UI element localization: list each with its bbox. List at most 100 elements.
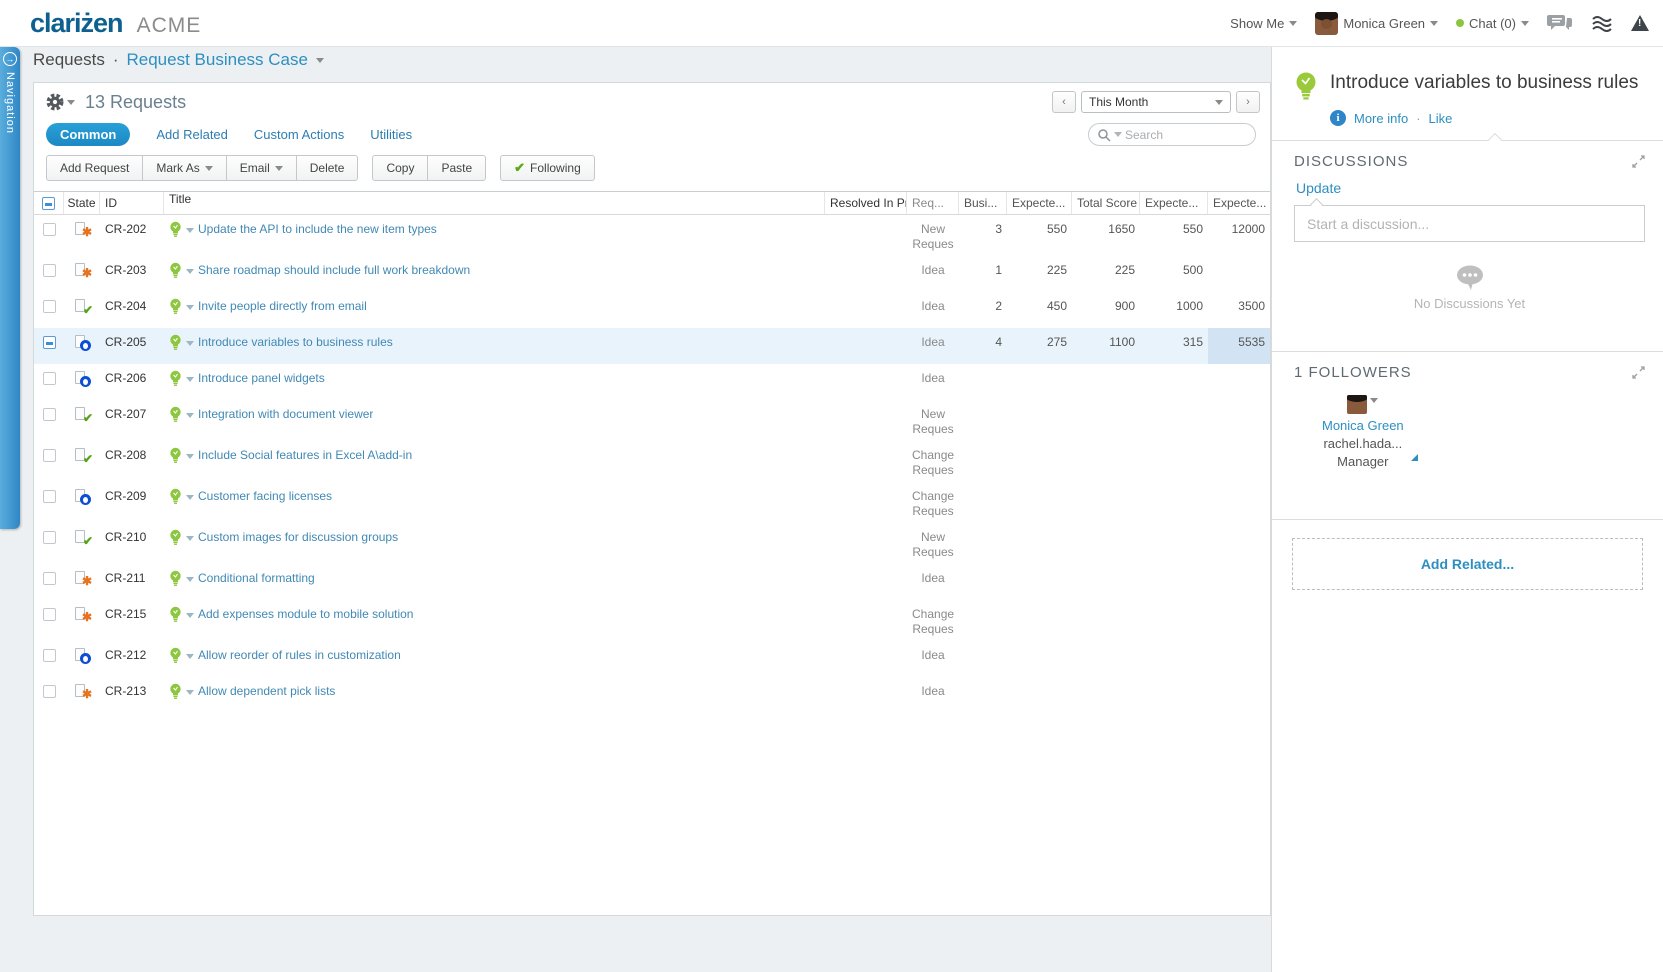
table-row[interactable]: CR-209 Customer facing licenses Change R… xyxy=(34,482,1270,523)
add-related-link[interactable]: Add Related... xyxy=(1421,556,1514,572)
chevron-down-icon[interactable] xyxy=(186,305,194,310)
request-title-link[interactable]: Share roadmap should include full work b… xyxy=(198,263,470,277)
lightbulb-icon[interactable] xyxy=(169,221,182,238)
lightbulb-icon[interactable] xyxy=(169,570,182,587)
table-row[interactable]: CR-208 Include Social features in Excel … xyxy=(34,441,1270,482)
navigation-flyout-tab[interactable]: → Navigation xyxy=(0,47,20,529)
column-header-title[interactable]: Title xyxy=(164,192,825,214)
lightbulb-icon[interactable] xyxy=(169,683,182,700)
prev-period-button[interactable]: ‹ xyxy=(1052,91,1076,113)
row-checkbox[interactable] xyxy=(43,223,56,236)
chevron-down-icon[interactable] xyxy=(186,341,194,346)
request-title-link[interactable]: Allow reorder of rules in customization xyxy=(198,648,401,662)
column-header-id[interactable]: ID xyxy=(100,192,164,214)
request-title-link[interactable]: Introduce panel widgets xyxy=(198,371,325,385)
grid-settings-button[interactable] xyxy=(46,93,75,111)
column-header-request-type[interactable]: Req... xyxy=(907,192,959,214)
chevron-down-icon[interactable] xyxy=(186,377,194,382)
row-checkbox[interactable] xyxy=(43,649,56,662)
row-checkbox[interactable] xyxy=(43,300,56,313)
table-row[interactable]: CR-202 Update the API to include the new… xyxy=(34,215,1270,256)
lightbulb-icon[interactable] xyxy=(169,370,182,387)
table-row[interactable]: CR-211 Conditional formatting Idea xyxy=(34,564,1270,600)
breadcrumb-view-selector[interactable]: Request Business Case xyxy=(127,50,308,70)
lightbulb-icon[interactable] xyxy=(169,406,182,423)
column-header-expected-3[interactable]: Expecte... xyxy=(1208,192,1270,214)
chevron-down-icon[interactable] xyxy=(186,495,194,500)
column-header-business[interactable]: Busi... xyxy=(959,192,1007,214)
request-title-link[interactable]: Invite people directly from email xyxy=(198,299,367,313)
row-checkbox[interactable] xyxy=(43,490,56,503)
chevron-down-icon[interactable] xyxy=(316,58,324,63)
tab-add-related[interactable]: Add Related xyxy=(156,127,228,142)
tab-utilities[interactable]: Utilities xyxy=(370,127,412,142)
period-select[interactable]: This Month xyxy=(1081,91,1231,113)
add-related-dropzone[interactable]: Add Related... xyxy=(1292,538,1643,590)
table-row[interactable]: CR-215 Add expenses module to mobile sol… xyxy=(34,600,1270,641)
chevron-down-icon[interactable] xyxy=(186,654,194,659)
mark-as-button[interactable]: Mark As xyxy=(143,155,226,181)
follower-name-link[interactable]: Monica Green xyxy=(1322,418,1404,433)
table-row[interactable]: CR-210 Custom images for discussion grou… xyxy=(34,523,1270,564)
table-row[interactable]: CR-212 Allow reorder of rules in customi… xyxy=(34,641,1270,677)
request-title-link[interactable]: Include Social features in Excel A\add-i… xyxy=(198,448,412,462)
delete-button[interactable]: Delete xyxy=(297,155,359,181)
row-checkbox[interactable] xyxy=(43,336,56,349)
request-title-link[interactable]: Update the API to include the new item t… xyxy=(198,222,437,236)
row-checkbox[interactable] xyxy=(43,449,56,462)
table-row[interactable]: CR-204 Invite people directly from email… xyxy=(34,292,1270,328)
chevron-down-icon[interactable] xyxy=(186,228,194,233)
alerts-button[interactable] xyxy=(1631,15,1649,31)
chevron-down-icon[interactable] xyxy=(186,613,194,618)
lightbulb-icon[interactable] xyxy=(169,606,182,623)
user-menu[interactable]: Monica Green xyxy=(1315,12,1438,35)
column-header-expected-1[interactable]: Expecte... xyxy=(1007,192,1072,214)
lightbulb-icon[interactable] xyxy=(169,298,182,315)
request-title-link[interactable]: Introduce variables to business rules xyxy=(198,335,393,349)
chevron-down-icon[interactable] xyxy=(186,269,194,274)
row-checkbox[interactable] xyxy=(43,531,56,544)
column-header-total-score[interactable]: Total Score xyxy=(1072,192,1140,214)
request-title-link[interactable]: Custom images for discussion groups xyxy=(198,530,398,544)
email-button[interactable]: Email xyxy=(227,155,297,181)
chevron-down-icon[interactable] xyxy=(186,454,194,459)
more-info-link[interactable]: More info xyxy=(1354,111,1408,126)
search-input[interactable] xyxy=(1125,128,1235,142)
table-row[interactable]: CR-207 Integration with document viewer … xyxy=(34,400,1270,441)
chevron-down-icon[interactable] xyxy=(186,536,194,541)
paste-button[interactable]: Paste xyxy=(428,155,486,181)
request-title-link[interactable]: Customer facing licenses xyxy=(198,489,332,503)
show-me-menu[interactable]: Show Me xyxy=(1230,16,1297,31)
chevron-down-icon[interactable] xyxy=(186,413,194,418)
row-checkbox[interactable] xyxy=(43,608,56,621)
avatar[interactable] xyxy=(1347,395,1367,414)
column-header-state[interactable]: State xyxy=(64,192,100,214)
lightbulb-icon[interactable] xyxy=(169,647,182,664)
tab-common[interactable]: Common xyxy=(46,123,130,146)
following-toggle[interactable]: ✔ Following xyxy=(500,155,595,181)
request-title-link[interactable]: Allow dependent pick lists xyxy=(198,684,335,698)
lightbulb-icon[interactable] xyxy=(169,529,182,546)
copy-button[interactable]: Copy xyxy=(372,155,428,181)
like-link[interactable]: Like xyxy=(1429,111,1453,126)
column-header-resolved[interactable]: Resolved In Pr... xyxy=(825,192,907,214)
row-checkbox[interactable] xyxy=(43,264,56,277)
table-row[interactable]: CR-213 Allow dependent pick lists Idea xyxy=(34,677,1270,713)
discussions-icon-button[interactable] xyxy=(1547,13,1573,33)
next-period-button[interactable]: › xyxy=(1236,91,1260,113)
column-header-expected-2[interactable]: Expecte... xyxy=(1140,192,1208,214)
table-row[interactable]: CR-205 Introduce variables to business r… xyxy=(34,328,1270,364)
row-checkbox[interactable] xyxy=(43,685,56,698)
lightbulb-icon[interactable] xyxy=(169,447,182,464)
request-title-link[interactable]: Add expenses module to mobile solution xyxy=(198,607,413,621)
table-row[interactable]: CR-206 Introduce panel widgets Idea xyxy=(34,364,1270,400)
expand-icon[interactable] xyxy=(1632,155,1645,168)
row-checkbox[interactable] xyxy=(43,372,56,385)
chevron-down-icon[interactable] xyxy=(1370,398,1378,403)
lightbulb-icon[interactable] xyxy=(169,262,182,279)
select-all-checkbox[interactable] xyxy=(42,197,55,210)
request-title-link[interactable]: Conditional formatting xyxy=(198,571,315,585)
chevron-down-icon[interactable] xyxy=(1114,132,1122,137)
lightbulb-icon[interactable] xyxy=(169,488,182,505)
update-link[interactable]: Update xyxy=(1296,180,1341,196)
